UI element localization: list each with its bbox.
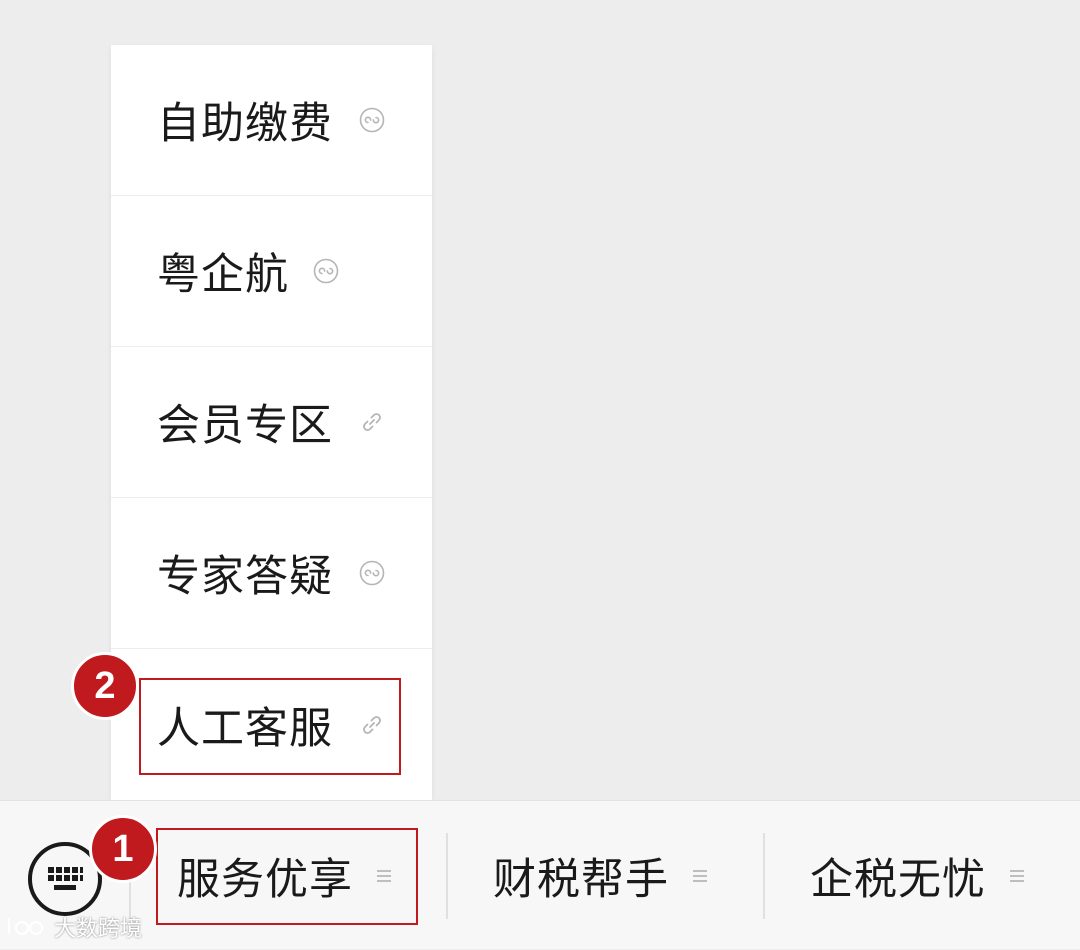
step-badge-2: 2 — [71, 652, 139, 720]
menu-item-label: 专家答疑 — [157, 552, 333, 602]
watermark: 大数跨境 — [6, 912, 142, 942]
menu-item-label: 会员专区 — [157, 401, 333, 451]
menu-item-self-payment[interactable]: 自助缴费 — [111, 45, 432, 196]
menu-item-member-zone[interactable]: 会员专区 — [111, 347, 432, 498]
mini-program-icon — [313, 258, 339, 284]
tab-label: 财税帮手 — [493, 854, 669, 905]
highlight-box-step2 — [139, 678, 401, 775]
mini-program-icon — [359, 107, 385, 133]
highlight-box-step1 — [156, 828, 418, 925]
link-icon — [363, 413, 381, 431]
tab-enterprise-tax-worry-free[interactable]: 企税无忧 — [765, 801, 1080, 950]
mini-program-icon — [359, 560, 385, 586]
watermark-text: 大数跨境 — [54, 917, 143, 942]
keyboard-icon — [48, 867, 83, 890]
tab-label: 企税无忧 — [810, 854, 986, 905]
menu-item-expert-qa[interactable]: 专家答疑 — [111, 498, 432, 649]
menu-item-label: 粤企航 — [157, 250, 289, 300]
watermark-logo-icon — [8, 918, 43, 935]
step-badge-1: 1 — [89, 815, 157, 883]
menu-item-yueqihang[interactable]: 粤企航 — [111, 196, 432, 347]
menu-lines-icon — [1010, 869, 1024, 882]
menu-lines-icon — [693, 869, 707, 882]
tab-finance-tax-helper[interactable]: 财税帮手 — [448, 801, 763, 950]
menu-item-label: 自助缴费 — [157, 99, 333, 149]
